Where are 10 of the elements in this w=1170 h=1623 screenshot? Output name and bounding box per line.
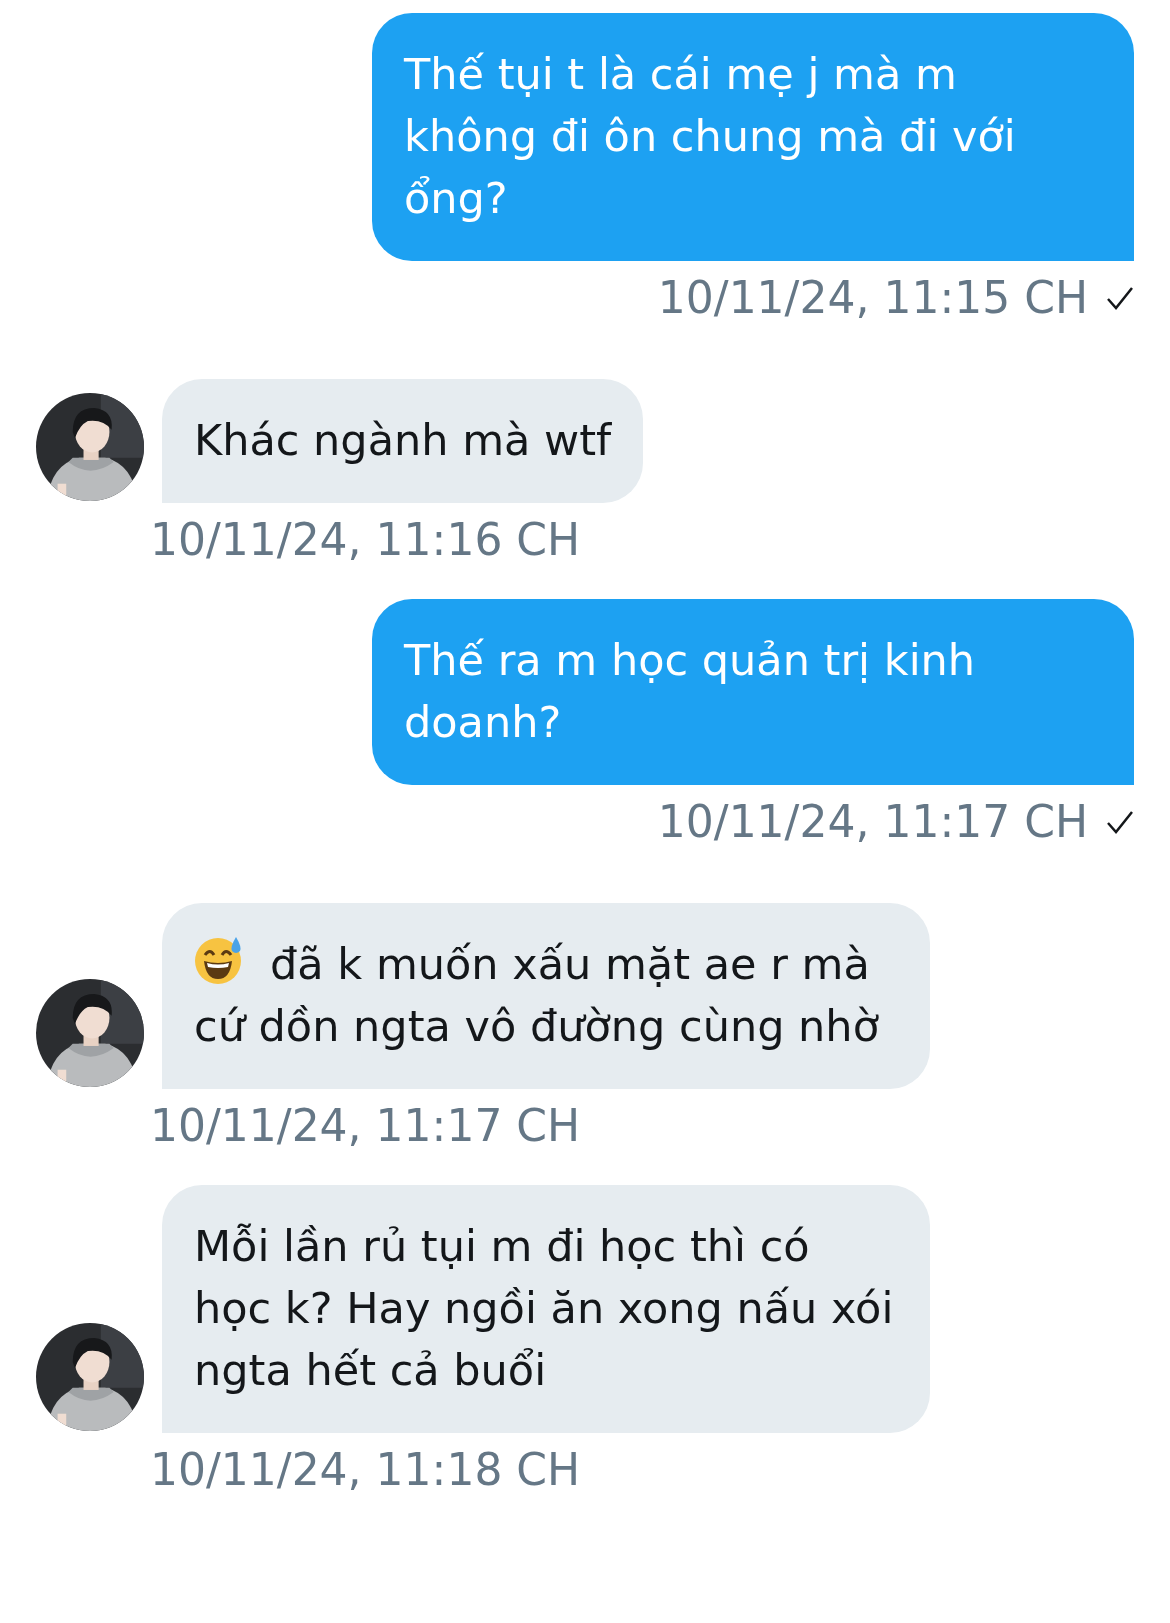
timestamp: 10/11/24, 11:18 CH — [150, 1443, 581, 1497]
message-text: Thế tụi t là cái mẹ j mà m không đi ôn chung mà đi với ổng? — [404, 49, 1016, 223]
message-text: đã k muốn xấu mặt ae r mà cứ dồn ngta vô đường cùng nhờ — [194, 939, 879, 1051]
timestamp: 10/11/24, 11:15 CH — [657, 271, 1088, 325]
message-text: Mỗi lần rủ tụi m đi học thì có học k? Hay ngồi ăn xong nấu xói ngta hết cả buổi — [194, 1221, 894, 1395]
message-text: Khác ngành mà wtf — [194, 415, 612, 465]
timestamp: 10/11/24, 11:17 CH — [150, 1099, 581, 1153]
timestamp: 10/11/24, 11:16 CH — [150, 513, 581, 567]
message-text: Thế ra m học quản trị kinh doanh? — [404, 635, 976, 747]
timestamp: 10/11/24, 11:17 CH — [657, 795, 1088, 849]
